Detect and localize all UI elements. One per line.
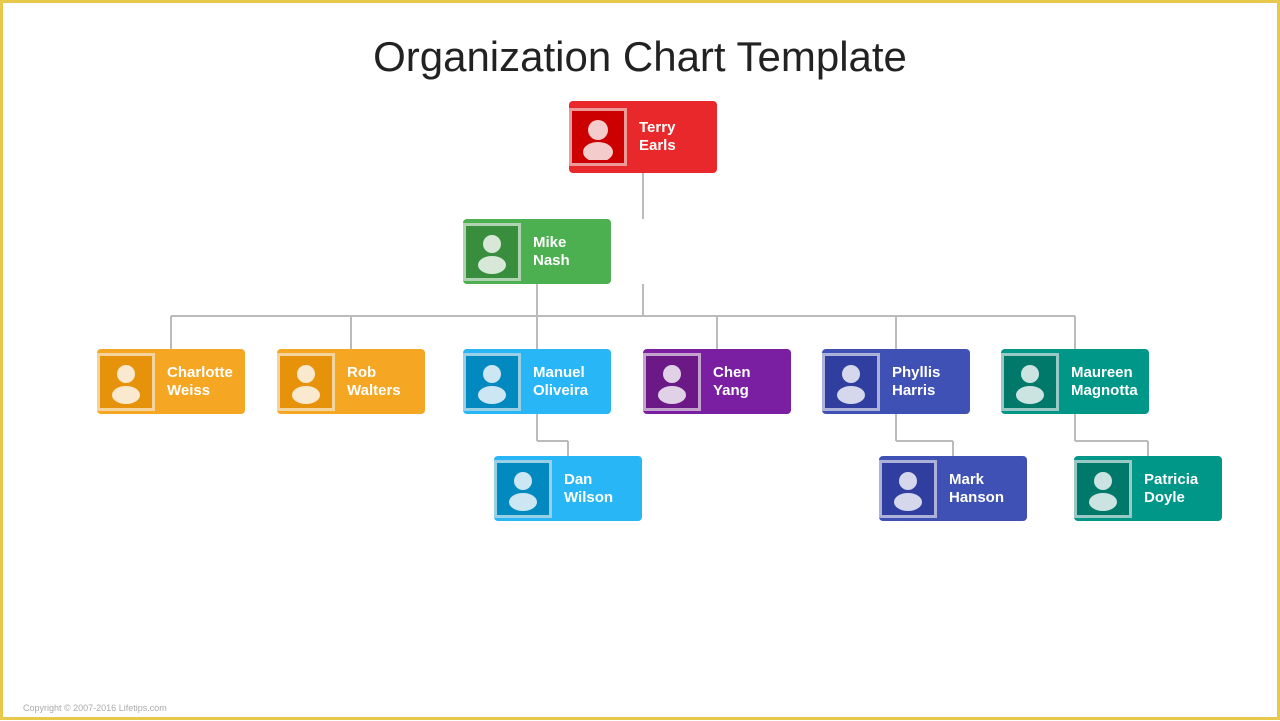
node-manuel-oliveira: Manuel Oliveira bbox=[463, 349, 611, 414]
node-mike-nash: Mike Nash bbox=[463, 219, 611, 284]
node-rob-walters: Rob Walters bbox=[277, 349, 425, 414]
node-maureen-magnotta: Maureen Magnotta bbox=[1001, 349, 1149, 414]
page-title: Organization Chart Template bbox=[3, 3, 1277, 101]
node-phyllis-harris: Phyllis Harris bbox=[822, 349, 970, 414]
watermark: Copyright © 2007-2016 Lifetips.com bbox=[23, 703, 167, 713]
node-patricia-doyle: Patricia Doyle bbox=[1074, 456, 1222, 521]
node-charlotte-weiss: Charlotte Weiss bbox=[97, 349, 245, 414]
node-terry-earls: Terry Earls bbox=[569, 101, 717, 173]
node-mark-hanson: Mark Hanson bbox=[879, 456, 1027, 521]
node-chen-yang: Chen Yang bbox=[643, 349, 791, 414]
node-dan-wilson: Dan Wilson bbox=[494, 456, 642, 521]
